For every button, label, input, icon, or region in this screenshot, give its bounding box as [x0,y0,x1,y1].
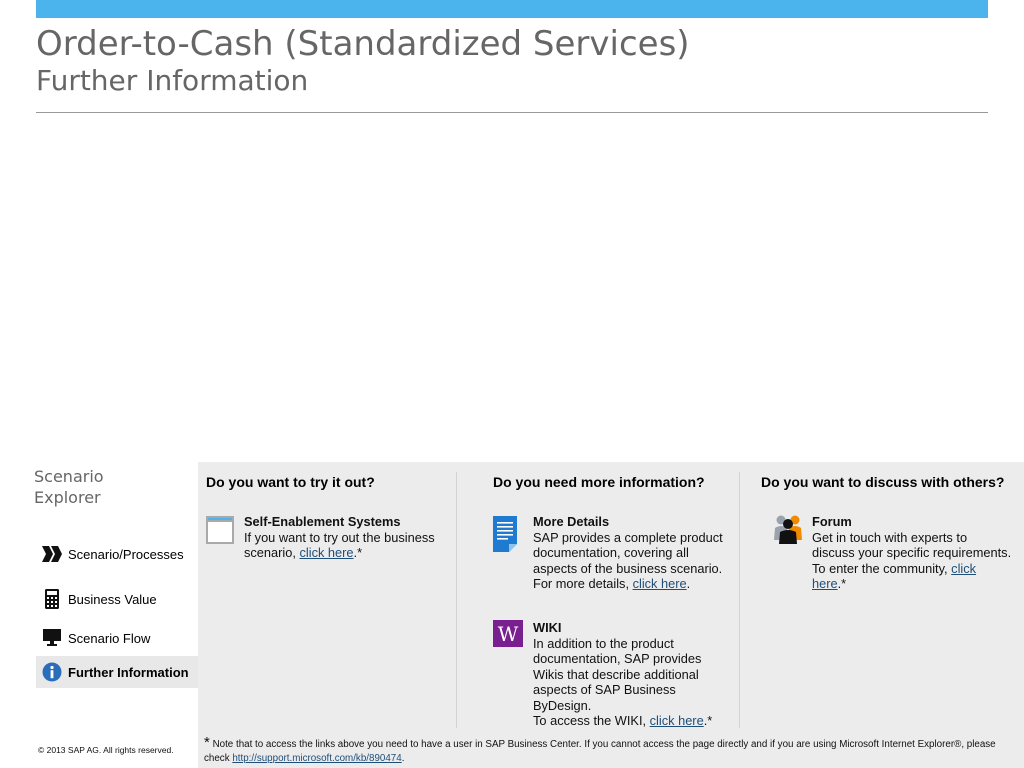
page-subtitle: Further Information [36,64,309,97]
monitor-icon [36,622,68,654]
more-information-heading: Do you need more information? [493,474,705,490]
try-it-out-heading: Do you want to try it out? [206,474,375,490]
wiki-link[interactable]: click here [650,713,704,728]
top-accent-bar [36,0,988,18]
people-icon [773,514,803,549]
copyright-notice: © 2013 SAP AG. All rights reserved. [38,745,174,755]
nav-item-label: Business Value [68,591,157,607]
nav-item-label: Further Information [68,664,189,680]
more-details-item: More Details SAP provides a complete pro… [533,514,733,592]
self-enablement-item: Self-Enablement Systems If you want to t… [244,514,450,561]
nav-item-scenario-flow[interactable]: Scenario Flow [36,622,198,654]
item-description: SAP provides a complete product document… [533,529,723,592]
scenario-explorer-heading: Scenario Explorer [34,466,104,508]
info-icon [36,656,68,688]
item-title: Self-Enablement Systems [244,514,401,529]
nav-item-scenario-processes[interactable]: Scenario/Processes [36,538,198,570]
nav-item-further-information[interactable]: Further Information [36,656,198,688]
item-suffix: . [686,576,691,591]
document-icon [493,516,517,557]
item-title: WIKI [533,620,562,635]
wiki-item: WIKI In addition to the product document… [533,620,733,729]
item-description-line2: To access the WIKI, [533,713,650,728]
item-description: Get in touch with experts to discuss you… [812,529,1012,576]
calculator-icon [36,583,68,615]
forum-item: Forum Get in touch with experts to discu… [812,514,1012,592]
chevron-arrows-icon [36,538,68,570]
microsoft-support-link[interactable]: http://support.microsoft.com/kb/890474 [232,753,401,764]
discuss-heading: Do you want to discuss with others? [761,474,1005,490]
nav-item-label: Scenario Flow [68,630,151,646]
column-divider [739,472,740,728]
item-title: Forum [812,514,852,529]
item-suffix: .* [353,545,363,560]
column-divider [456,472,457,728]
wiki-icon: W [493,620,523,647]
sidebar-heading-line2: Explorer [34,488,101,507]
item-title: More Details [533,514,610,529]
page-title: Order-to-Cash (Standardized Services) [36,24,690,64]
nav-item-label: Scenario/Processes [68,546,184,562]
more-details-link[interactable]: click here [633,576,687,591]
sidebar-heading-line1: Scenario [34,467,104,486]
title-divider [36,112,988,113]
nav-item-business-value[interactable]: Business Value [36,583,198,615]
item-description: In addition to the product documentation… [533,635,702,713]
footnote-end: . [401,753,405,764]
self-enablement-link[interactable]: click here [299,545,353,560]
wiki-icon-letter: W [497,621,519,646]
item-suffix: .* [837,576,847,591]
item-suffix: .* [703,713,713,728]
browser-window-icon [205,515,235,549]
footnote: * Note that to access the links above yo… [204,735,1014,766]
